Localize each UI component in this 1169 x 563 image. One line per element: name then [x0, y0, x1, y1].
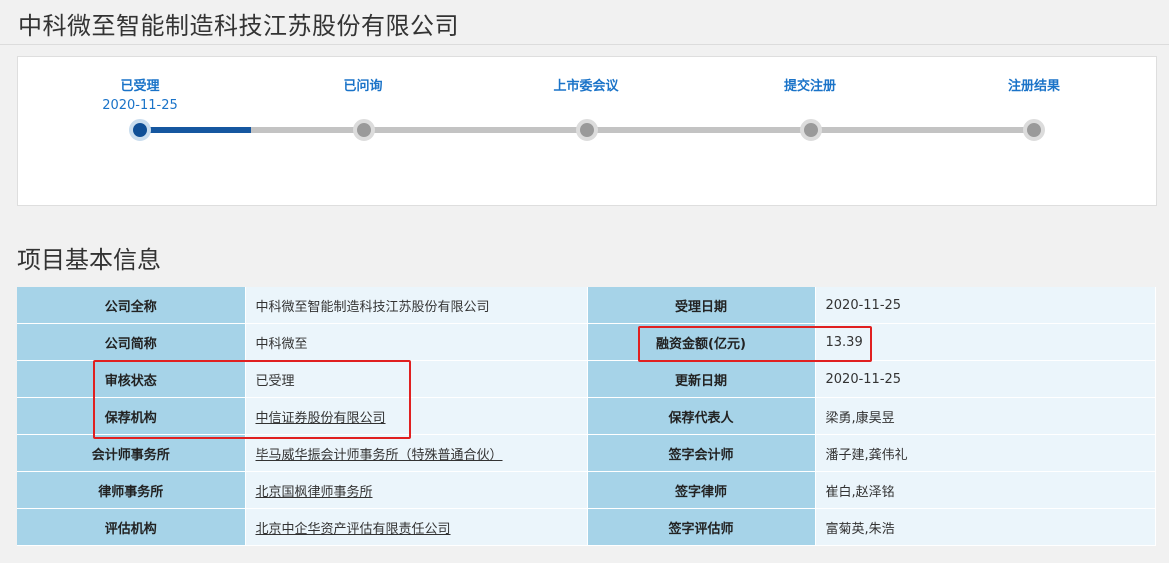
table-row: 评估机构 北京中企华资产评估有限责任公司 签字评估师 富菊英,朱浩	[17, 508, 1156, 546]
appraisal-firm-link[interactable]: 北京中企华资产评估有限责任公司	[256, 522, 451, 537]
table-row: 保荐机构 中信证券股份有限公司 保荐代表人 梁勇,康昊昱	[17, 397, 1156, 435]
label-appraisal-firm: 评估机构	[17, 508, 246, 546]
progress-dot-registration-result	[1023, 119, 1045, 141]
value-update-date: 2020-11-25	[815, 360, 1156, 398]
progress-step-listing-committee: 上市委会议	[506, 75, 666, 94]
progress-dot-inquired	[353, 119, 375, 141]
accounting-firm-link[interactable]: 毕马威华振会计师事务所（特殊普通合伙）	[256, 448, 503, 463]
label-financing-amount: 融资金额(亿元)	[587, 323, 816, 361]
table-row: 公司简称 中科微至 融资金额(亿元) 13.39	[17, 323, 1156, 361]
table-row: 律师事务所 北京国枫律师事务所 签字律师 崔白,赵泽铭	[17, 471, 1156, 509]
value-company-full-name: 中科微至智能制造科技江苏股份有限公司	[245, 287, 588, 324]
progress-dot-accepted	[129, 119, 151, 141]
label-company-full-name: 公司全称	[17, 287, 246, 324]
table-row: 公司全称 中科微至智能制造科技江苏股份有限公司 受理日期 2020-11-25	[17, 287, 1156, 324]
section-title: 项目基本信息	[17, 246, 161, 274]
label-sponsor-representative: 保荐代表人	[587, 397, 816, 435]
step-label: 上市委会议	[553, 79, 619, 94]
label-accept-date: 受理日期	[587, 287, 816, 324]
value-appraisal-firm-cell: 北京中企华资产评估有限责任公司	[245, 508, 588, 546]
label-review-status: 审核状态	[17, 360, 246, 398]
value-signing-accountant: 潘子建,龚伟礼	[815, 434, 1156, 472]
table-row: 会计师事务所 毕马威华振会计师事务所（特殊普通合伙） 签字会计师 潘子建,龚伟礼	[17, 434, 1156, 472]
law-firm-link[interactable]: 北京国枫律师事务所	[256, 485, 373, 500]
label-law-firm: 律师事务所	[17, 471, 246, 509]
sponsor-link[interactable]: 中信证券股份有限公司	[256, 411, 386, 426]
value-signing-lawyer: 崔白,赵泽铭	[815, 471, 1156, 509]
step-label: 提交注册	[783, 79, 836, 94]
value-financing-amount: 13.39	[815, 323, 1156, 361]
label-signing-lawyer: 签字律师	[587, 471, 816, 509]
title-divider	[0, 44, 1169, 45]
value-sponsor-representative: 梁勇,康昊昱	[815, 397, 1156, 435]
step-label: 已问询	[343, 79, 383, 94]
progress-panel: 已受理 2020-11-25 已问询 上市委会议 提交注册 注册结果	[17, 56, 1157, 206]
value-review-status: 已受理	[245, 360, 588, 398]
page-title: 中科微至智能制造科技江苏股份有限公司	[18, 12, 459, 40]
progress-dot-listing-committee	[576, 119, 598, 141]
project-info-table: 公司全称 中科微至智能制造科技江苏股份有限公司 受理日期 2020-11-25 …	[17, 287, 1156, 546]
value-accounting-firm-cell: 毕马威华振会计师事务所（特殊普通合伙）	[245, 434, 588, 472]
label-accounting-firm: 会计师事务所	[17, 434, 246, 472]
label-sponsor: 保荐机构	[17, 397, 246, 435]
label-company-short-name: 公司简称	[17, 323, 246, 361]
progress-step-submit-registration: 提交注册	[730, 75, 890, 94]
label-signing-appraiser: 签字评估师	[587, 508, 816, 546]
progress-step-registration-result: 注册结果	[954, 75, 1114, 94]
step-label: 注册结果	[1007, 79, 1060, 94]
step-label: 已受理	[120, 79, 160, 94]
value-signing-appraiser: 富菊英,朱浩	[815, 508, 1156, 546]
progress-step-accepted: 已受理 2020-11-25	[60, 75, 220, 113]
value-sponsor-cell: 中信证券股份有限公司	[245, 397, 588, 435]
value-law-firm-cell: 北京国枫律师事务所	[245, 471, 588, 509]
step-date: 2020-11-25	[102, 98, 178, 113]
value-accept-date: 2020-11-25	[815, 287, 1156, 324]
progress-dot-submit-registration	[800, 119, 822, 141]
value-company-short-name: 中科微至	[245, 323, 588, 361]
label-signing-accountant: 签字会计师	[587, 434, 816, 472]
table-row: 审核状态 已受理 更新日期 2020-11-25	[17, 360, 1156, 398]
progress-step-inquired: 已问询	[283, 75, 443, 94]
progress-track-fill	[139, 127, 251, 133]
label-update-date: 更新日期	[587, 360, 816, 398]
